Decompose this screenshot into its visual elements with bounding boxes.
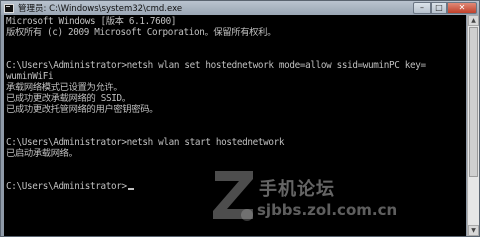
console-line: wuminWiFi — [6, 71, 54, 82]
close-button[interactable]: ✕ — [447, 2, 477, 14]
window-controls: – □ ✕ — [413, 1, 477, 15]
maximize-button[interactable]: □ — [431, 2, 447, 14]
scrollbar-thumb[interactable] — [469, 27, 478, 177]
prompt-text: C:\Users\Administrator> — [6, 181, 127, 192]
console-line: 承载网络模式已设置为允许。 — [6, 82, 123, 93]
cmd-window: 管理员: C:\Windows\system32\cmd.exe – □ ✕ M… — [0, 0, 480, 237]
console-line: 版权所有 (c) 2009 Microsoft Corporation。保留所有… — [6, 27, 277, 38]
console-line: 已成功更改承载网络的 SSID。 — [6, 93, 131, 104]
watermark-url: sjbbs.zol.com.cn — [257, 201, 398, 219]
console-line: Microsoft Windows [版本 6.1.7600] — [6, 16, 177, 27]
text-cursor — [127, 188, 134, 190]
console-line: 已启动承载网络。 — [6, 148, 78, 159]
console-line: C:\Users\Administrator>netsh wlan start … — [6, 137, 285, 148]
scroll-up-arrow-icon[interactable]: ▲ — [468, 15, 479, 26]
watermark-brand: 手机论坛 — [259, 179, 335, 200]
prompt-line: C:\Users\Administrator> — [6, 181, 134, 192]
console-icon[interactable] — [4, 3, 14, 13]
window-title: 管理员: C:\Windows\system32\cmd.exe — [18, 4, 183, 14]
console-line: C:\Users\Administrator>netsh wlan set ho… — [6, 60, 426, 71]
vertical-scrollbar[interactable]: ▲ ▼ — [467, 15, 479, 236]
minimize-button[interactable]: – — [413, 2, 431, 14]
zol-logo-icon — [213, 171, 253, 221]
scroll-down-arrow-icon[interactable]: ▼ — [468, 225, 479, 236]
console-line: 已成功更改托管网络的用户密钥密码。 — [6, 104, 159, 115]
title-bar[interactable]: 管理员: C:\Windows\system32\cmd.exe – □ ✕ — [1, 1, 479, 15]
watermark: 手机论坛 sjbbs.zol.com.cn — [209, 165, 449, 236]
console-output[interactable]: Microsoft Windows [版本 6.1.7600] 版权所有 (c)… — [4, 15, 466, 236]
